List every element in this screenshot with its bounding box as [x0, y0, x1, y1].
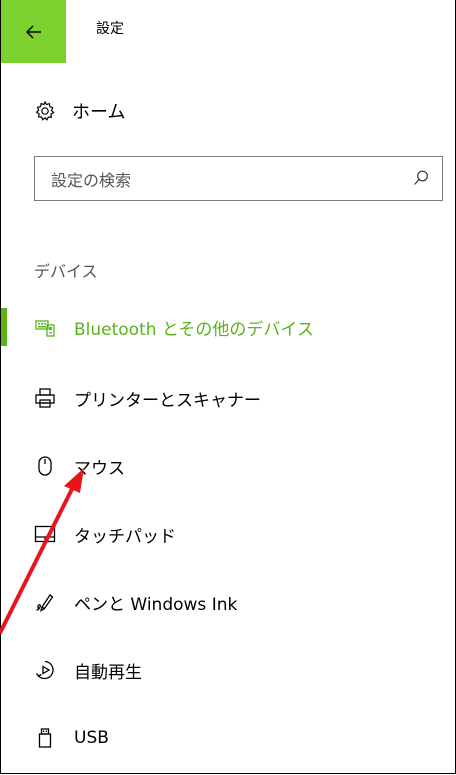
nav-label-printers: プリンターとスキャナー: [74, 390, 261, 411]
nav-item-bluetooth[interactable]: Bluetooth とその他のデバイス: [1, 309, 455, 345]
nav-label-pen: ペンと Windows Ink: [74, 594, 238, 615]
pen-icon: [36, 594, 54, 612]
home-label: ホーム: [72, 102, 126, 123]
search-input[interactable]: [49, 167, 413, 193]
gear-icon: [35, 100, 55, 121]
section-title-devices: デバイス: [34, 262, 98, 281]
title-bar: 設定: [1, 0, 455, 63]
search-box[interactable]: [34, 156, 443, 201]
nav-label-bluetooth: Bluetooth とその他のデバイス: [74, 319, 314, 340]
nav-label-autoplay: 自動再生: [74, 662, 142, 683]
nav-item-mouse[interactable]: マウス: [1, 448, 455, 484]
nav-label-usb: USB: [74, 728, 109, 748]
nav-item-autoplay[interactable]: 自動再生: [1, 652, 455, 688]
nav-label-mouse: マウス: [74, 458, 125, 479]
nav-label-touchpad: タッチパッド: [74, 526, 176, 547]
nav-item-touchpad[interactable]: タッチパッド: [1, 516, 455, 552]
nav-item-printers[interactable]: プリンターとスキャナー: [1, 380, 455, 416]
usb-icon: [38, 728, 52, 748]
keyboard-icon: [35, 320, 55, 337]
mouse-icon: [38, 456, 52, 476]
back-arrow-icon: [25, 25, 41, 38]
touchpad-icon: [34, 525, 56, 543]
printer-icon: [35, 388, 55, 408]
autoplay-icon: [35, 660, 54, 680]
back-button[interactable]: [1, 0, 66, 63]
settings-window: 設定 ホーム デバイス: [0, 0, 456, 774]
nav-item-usb[interactable]: USB: [1, 720, 455, 756]
search-icon[interactable]: [412, 169, 430, 187]
home-link[interactable]: ホーム: [34, 95, 125, 127]
nav-item-pen[interactable]: ペンと Windows Ink: [1, 584, 455, 620]
window-title: 設定: [96, 21, 124, 37]
